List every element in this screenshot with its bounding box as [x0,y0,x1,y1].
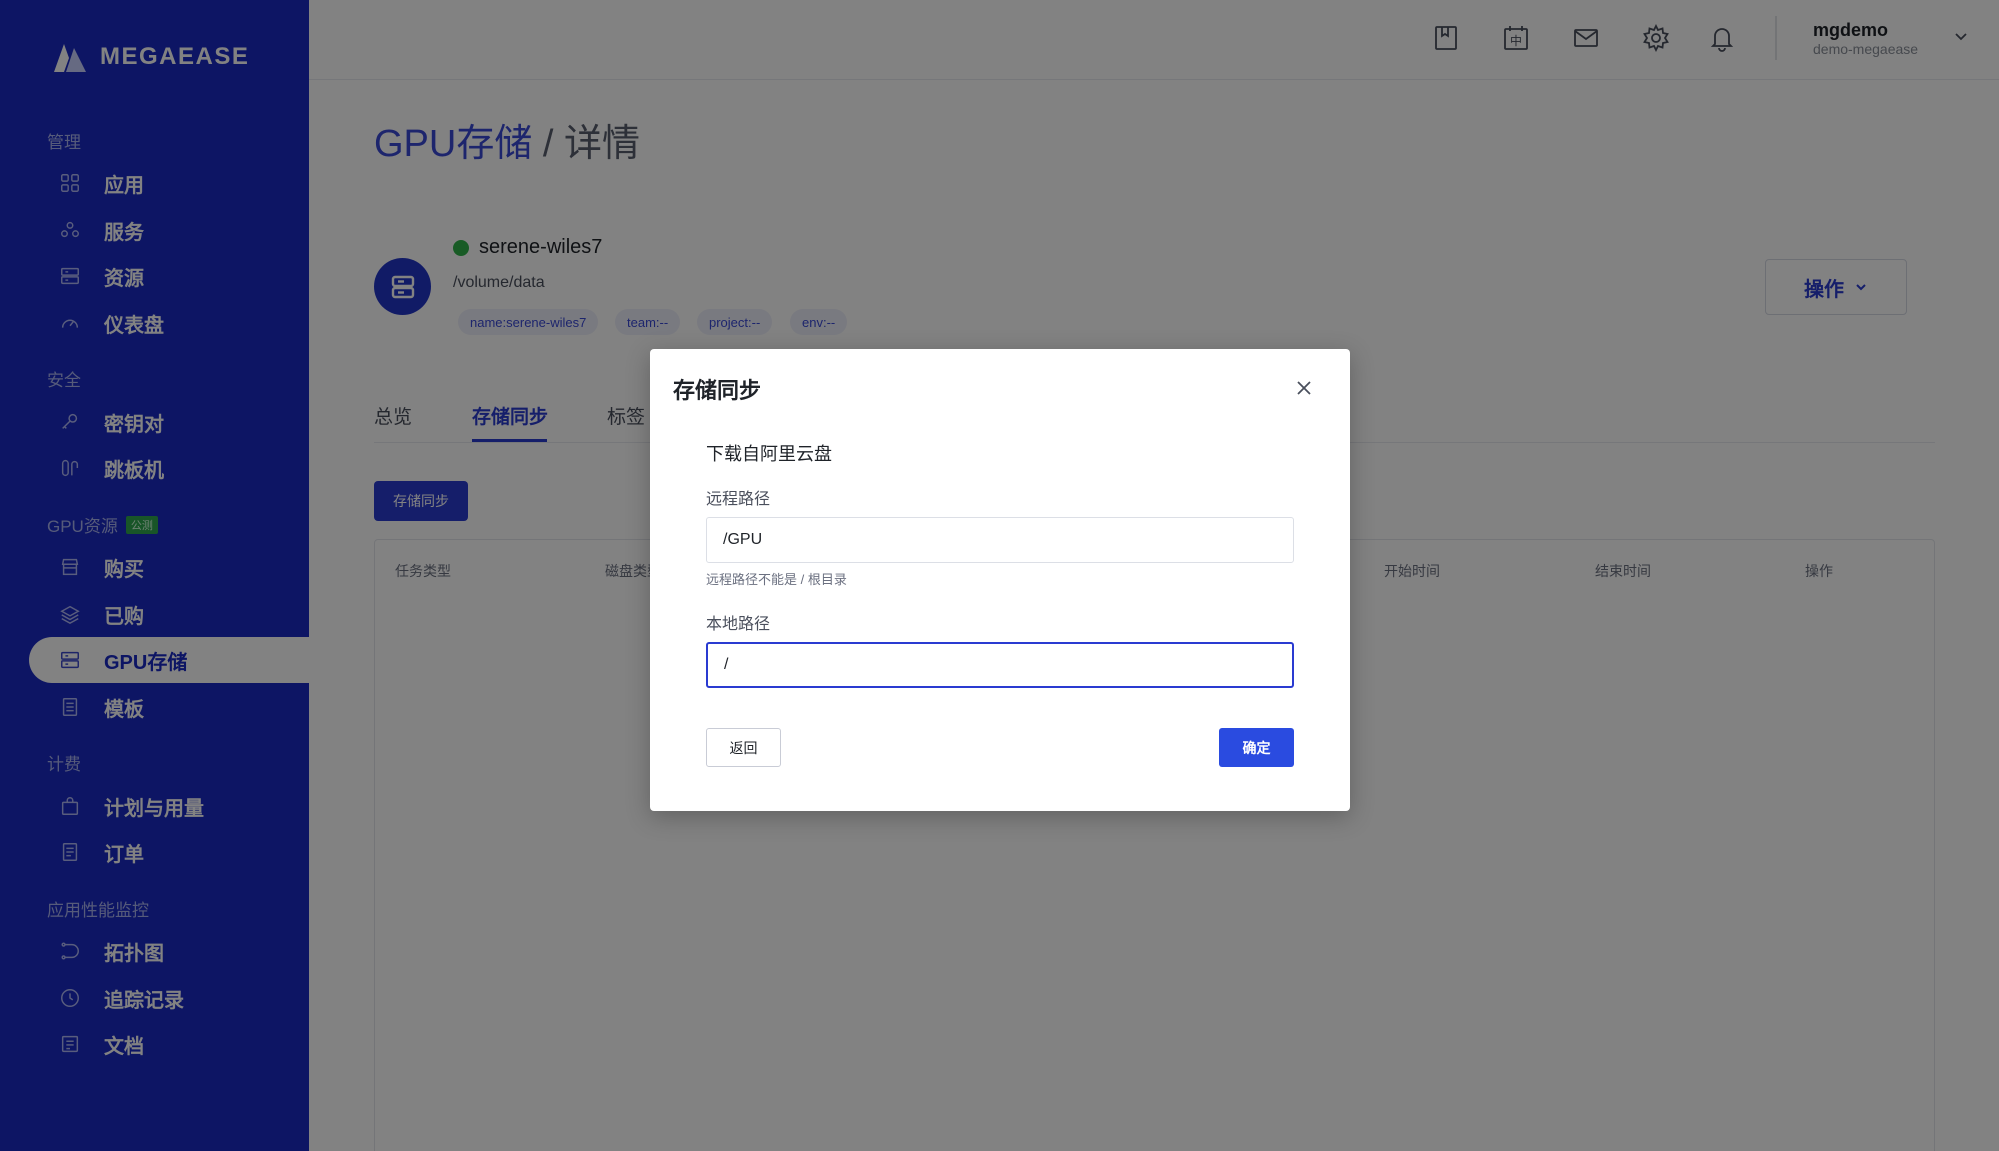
close-icon[interactable] [1292,376,1316,400]
dialog-section-title: 下载自阿里云盘 [706,444,832,464]
storage-sync-dialog: 存储同步 下载自阿里云盘 远程路径 远程路径不能是 / 根目录 本地路径 返回 … [650,349,1350,811]
confirm-button[interactable]: 确定 [1219,728,1294,767]
local-path-label: 本地路径 [706,616,771,633]
back-button[interactable]: 返回 [706,728,781,767]
remote-path-hint: 远程路径不能是 / 根目录 [706,572,847,587]
remote-path-input[interactable] [706,517,1294,563]
dialog-title: 存储同步 [673,378,762,403]
remote-path-label: 远程路径 [706,491,771,508]
local-path-input[interactable] [706,642,1294,688]
